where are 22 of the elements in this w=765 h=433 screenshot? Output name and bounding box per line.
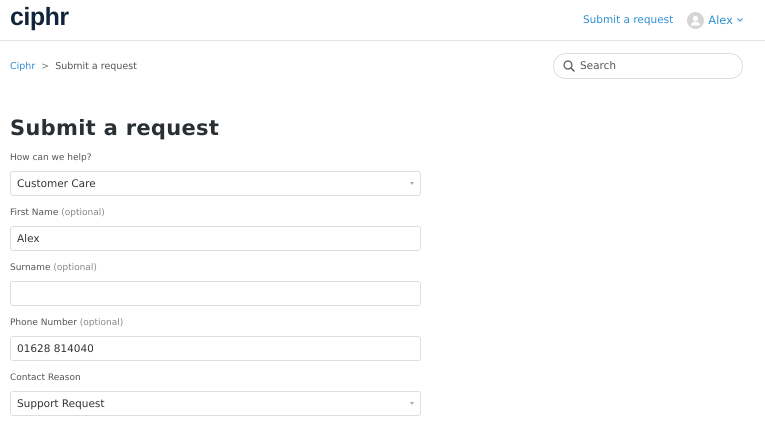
submit-request-link[interactable]: Submit a request [582,14,674,26]
breadcrumb-separator: > [41,60,50,72]
search-field[interactable]: Search [553,53,743,79]
caret-icon [410,182,414,185]
dropdown[interactable]: Customer Care [10,171,421,196]
field-label: Surname (optional) [10,263,98,275]
breadcrumb-current: Submit a request [55,60,137,72]
input-field[interactable]: 01628 814040 [10,336,421,361]
input-field[interactable]: Alex [10,226,421,251]
logo[interactable]: ciphr [10,2,69,32]
user-menu[interactable]: Alex [687,12,743,28]
field-label: How can we help? [10,153,93,165]
breadcrumb-link[interactable]: Ciphr [10,60,36,72]
field-label: Contact Reason [10,373,82,385]
page-title: Submit a request [10,116,220,140]
avatar-icon [687,12,704,28]
chevron-icon [737,18,743,22]
caret-icon [410,402,414,405]
dropdown[interactable]: Support Request [10,391,421,416]
search-icon [563,60,575,72]
field-label: Phone Number (optional) [10,318,124,330]
field-label: First Name (optional) [10,208,106,220]
